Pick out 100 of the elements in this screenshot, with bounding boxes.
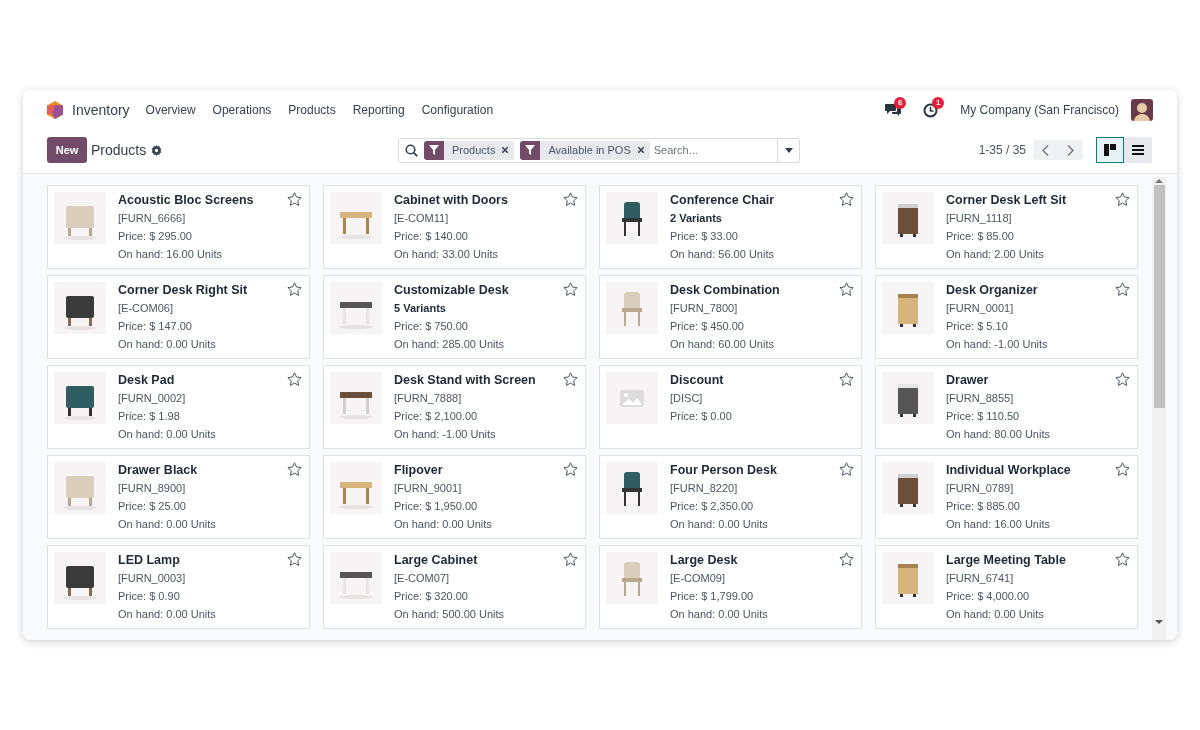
- star-icon[interactable]: [287, 372, 302, 386]
- on-hand-quantity: On hand: 0.00 Units: [394, 517, 493, 531]
- on-hand-quantity: On hand: -1.00 Units: [394, 427, 497, 441]
- on-hand-quantity: On hand: 0.00 Units: [946, 607, 1045, 621]
- star-icon[interactable]: [1115, 282, 1130, 296]
- product-name: Desk Stand with Screen: [394, 373, 537, 387]
- product-name: Large Desk: [670, 553, 739, 567]
- star-icon[interactable]: [1115, 552, 1130, 566]
- list-view-button[interactable]: [1124, 137, 1152, 163]
- product-card[interactable]: Large Desk [E-COM09] Price: $ 1,799.00 On hand: 0.00 Units: [599, 545, 862, 629]
- star-icon[interactable]: [563, 282, 578, 296]
- product-reference: [FURN_9001]: [394, 481, 463, 495]
- product-card[interactable]: Conference Chair 2 Variants Price: $ 33.00 On hand: 56.00 Units: [599, 185, 862, 269]
- product-card[interactable]: Acoustic Bloc Screens [FURN_6666] Price: $ 295.00 On hand: 16.00 Units: [47, 185, 310, 269]
- star-icon[interactable]: [1115, 462, 1130, 476]
- on-hand-quantity: On hand: -1.00 Units: [946, 337, 1049, 351]
- star-icon[interactable]: [839, 192, 854, 206]
- filter-icon: [525, 145, 536, 155]
- menu-item[interactable]: Operations: [212, 103, 272, 117]
- star-icon[interactable]: [839, 282, 854, 296]
- company-name[interactable]: My Company (San Francisco): [960, 103, 1119, 117]
- product-card[interactable]: Desk Stand with Screen [FURN_7888] Price: $ 2,100.00 On hand: -1.00 Units: [323, 365, 586, 449]
- filter-icon: [429, 145, 439, 155]
- image-placeholder-icon: [606, 372, 658, 424]
- product-card[interactable]: Large Cabinet [E-COM07] Price: $ 320.00 On hand: 500.00 Units: [323, 545, 586, 629]
- star-icon[interactable]: [563, 192, 578, 206]
- menu-item[interactable]: Configuration: [421, 103, 494, 117]
- on-hand-quantity: On hand: 16.00 Units: [118, 247, 223, 261]
- close-icon[interactable]: [502, 147, 509, 153]
- star-icon[interactable]: [839, 462, 854, 476]
- star-icon[interactable]: [287, 192, 302, 206]
- caret-icon: [784, 147, 793, 153]
- product-card[interactable]: Corner Desk Left Sit [FURN_1118] Price: $ 85.00 On hand: 2.00 Units: [875, 185, 1138, 269]
- pager-value[interactable]: 1-35 / 35: [978, 143, 1026, 157]
- product-card[interactable]: LED Lamp [FURN_0003] Price: $ 0.90 On hand: 0.00 Units: [47, 545, 310, 629]
- on-hand-quantity: On hand: 285.00 Units: [394, 337, 506, 351]
- app-name[interactable]: Inventory: [72, 102, 130, 118]
- on-hand-quantity: On hand: 0.00 Units: [118, 607, 217, 621]
- scrollbar[interactable]: [1152, 177, 1166, 640]
- menu-item[interactable]: Products: [288, 103, 336, 117]
- product-reference: [FURN_1118]: [946, 211, 1013, 225]
- product-name: Acoustic Bloc Screens: [118, 193, 255, 207]
- star-icon[interactable]: [1115, 192, 1130, 206]
- product-name: Desk Pad: [118, 373, 176, 387]
- product-price: Price: $ 0.90: [118, 589, 181, 603]
- new-button[interactable]: New: [47, 137, 87, 163]
- on-hand-quantity: On hand: 16.00 Units: [946, 517, 1051, 531]
- star-icon[interactable]: [563, 372, 578, 386]
- product-card[interactable]: Discount [DISC] Price: $ 0.00: [599, 365, 862, 449]
- product-card[interactable]: Corner Desk Right Sit [E-COM06] Price: $ 147.00 On hand: 0.00 Units: [47, 275, 310, 359]
- settings-icon[interactable]: [151, 144, 163, 156]
- on-hand-quantity: On hand: 0.00 Units: [118, 337, 217, 351]
- previous-button[interactable]: [1033, 140, 1058, 160]
- product-reference: [FURN_7888]: [394, 391, 463, 405]
- product-price: Price: $ 0.00: [670, 409, 733, 423]
- product-card[interactable]: Desk Combination [FURN_7800] Price: $ 450.00 On hand: 60.00 Units: [599, 275, 862, 359]
- menu-item[interactable]: Reporting: [352, 103, 405, 117]
- product-card[interactable]: Large Meeting Table [FURN_6741] Price: $ 4,000.00 On hand: 0.00 Units: [875, 545, 1138, 629]
- product-price: Price: $ 885.00: [946, 499, 1021, 513]
- product-card[interactable]: Customizable Desk 5 Variants Price: $ 750.00 On hand: 285.00 Units: [323, 275, 586, 359]
- product-card[interactable]: Flipover [FURN_9001] Price: $ 1,950.00 On hand: 0.00 Units: [323, 455, 586, 539]
- product-price: Price: $ 1,950.00: [394, 499, 479, 513]
- next-button[interactable]: [1058, 140, 1083, 160]
- menu-item[interactable]: Overview: [145, 103, 196, 117]
- chevron-right-icon: [1067, 144, 1074, 156]
- star-icon[interactable]: [839, 552, 854, 566]
- product-price: Price: $ 140.00: [394, 229, 469, 243]
- product-name: Conference Chair: [670, 193, 776, 207]
- star-icon[interactable]: [287, 552, 302, 566]
- on-hand-quantity: On hand: 500.00 Units: [394, 607, 506, 621]
- product-card[interactable]: Drawer Black [FURN_8900] Price: $ 25.00 On hand: 0.00 Units: [47, 455, 310, 539]
- on-hand-quantity: On hand: 33.00 Units: [394, 247, 499, 261]
- star-icon[interactable]: [287, 462, 302, 476]
- app-logo-icon[interactable]: [47, 101, 63, 119]
- search-options-button[interactable]: [778, 137, 800, 163]
- product-card[interactable]: Desk Pad [FURN_0002] Price: $ 1.98 On hand: 0.00 Units: [47, 365, 310, 449]
- product-name: Desk Organizer: [946, 283, 1039, 297]
- kanban-view-button[interactable]: [1096, 137, 1124, 163]
- star-icon[interactable]: [839, 372, 854, 386]
- product-price: Price: $ 1,799.00: [670, 589, 755, 603]
- clock-icon[interactable]: [923, 102, 939, 118]
- product-card[interactable]: Cabinet with Doors [E-COM11] Price: $ 140.00 On hand: 33.00 Units: [323, 185, 586, 269]
- avatar-icon[interactable]: [1131, 99, 1153, 121]
- product-price: Price: $ 25.00: [118, 499, 187, 513]
- product-price: Price: $ 2,350.00: [670, 499, 755, 513]
- on-hand-quantity: On hand: 0.00 Units: [118, 517, 217, 531]
- star-icon[interactable]: [563, 462, 578, 476]
- star-icon[interactable]: [563, 552, 578, 566]
- on-hand-quantity: On hand: 2.00 Units: [946, 247, 1045, 261]
- scroll-down-icon[interactable]: [1155, 618, 1163, 626]
- filter-label: Products: [452, 144, 496, 156]
- product-card[interactable]: Four Person Desk [FURN_8220] Price: $ 2,350.00 On hand: 0.00 Units: [599, 455, 862, 539]
- star-icon[interactable]: [1115, 372, 1130, 386]
- product-card[interactable]: Drawer [FURN_8855] Price: $ 110.50 On hand: 80.00 Units: [875, 365, 1138, 449]
- scrollbar-thumb[interactable]: [1153, 185, 1165, 408]
- close-icon[interactable]: [637, 147, 644, 153]
- star-icon[interactable]: [287, 282, 302, 296]
- product-card[interactable]: Desk Organizer [FURN_0001] Price: $ 5.10 On hand: -1.00 Units: [875, 275, 1138, 359]
- product-card[interactable]: Individual Workplace [FURN_0789] Price: $ 885.00 On hand: 16.00 Units: [875, 455, 1138, 539]
- product-name: Flipover: [394, 463, 444, 477]
